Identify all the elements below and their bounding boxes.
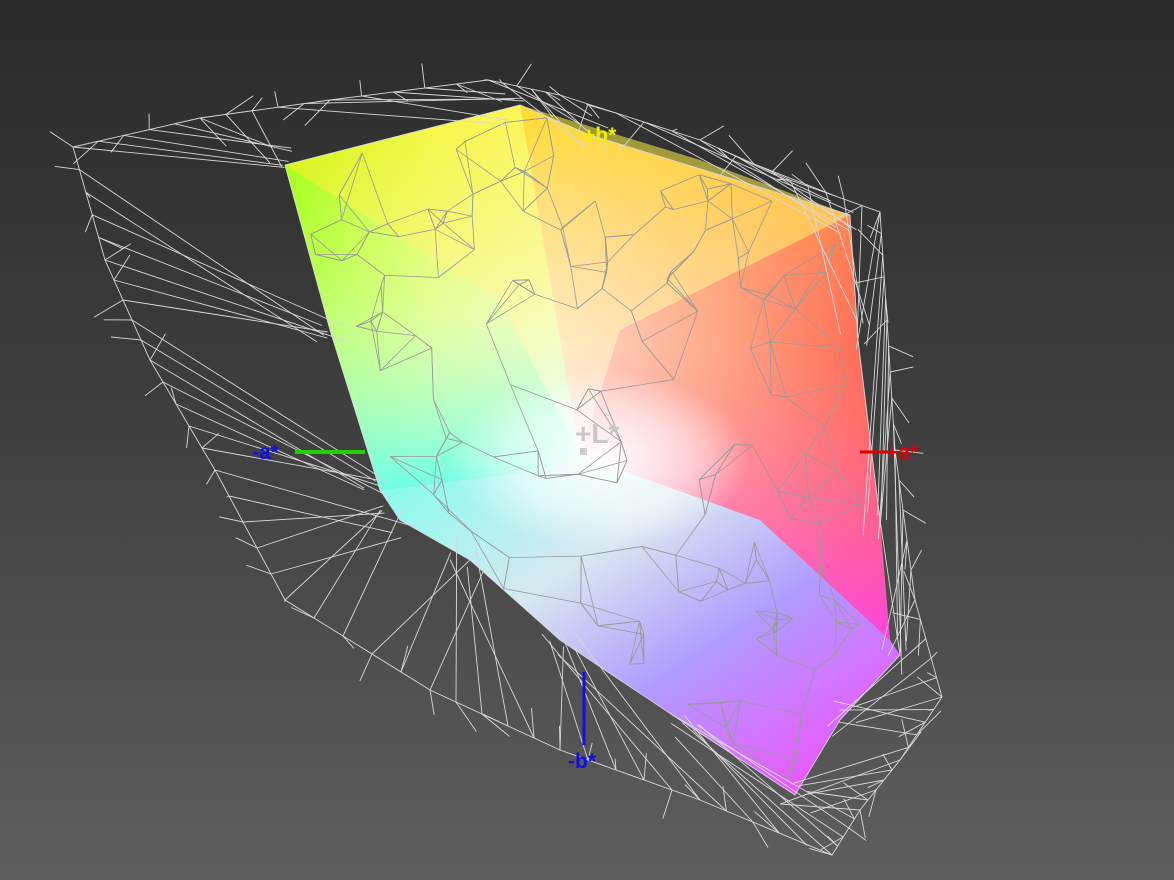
wireframe-edge [890,366,914,373]
wireframe-edge [79,169,325,336]
gamut-3d-view[interactable]: +L* +a* -a* +b* -b* [0,0,1174,880]
wireframe-edge [887,599,916,657]
wireframe-edge [671,128,678,132]
wireframe-edge [104,259,349,343]
wireframe-edge [882,753,893,771]
wireframe-edge [144,381,164,397]
wireframe-edge [857,228,884,256]
wireframe-edge [917,619,921,656]
wireframe-edge [291,607,315,619]
wireframe-edge [456,83,468,94]
wireframe-edge [859,809,866,838]
wireframe-edge [342,505,405,637]
wireframe-edge [170,387,177,405]
origin-marker [580,448,587,455]
wireframe-edge [916,710,942,736]
wireframe-edge [277,106,507,125]
wireframe-edge [270,537,402,575]
wireframe-edge [225,114,271,164]
wireframe-edge [359,80,363,97]
wireframe-edge [559,646,564,751]
mesh-edge [629,663,644,665]
minus-b-axis-label: -b* [568,750,597,773]
wireframe-edge [927,709,934,711]
wireframe-edge [930,651,938,659]
wireframe-edge [899,731,922,761]
wireframe-edge [174,122,179,125]
wireframe-edge [98,236,124,250]
wireframe-edge [549,640,589,761]
plus-l-axis-label: +L* [575,418,619,449]
wireframe-edge [820,836,844,850]
wireframe-edge [371,554,476,655]
wireframe-edge [421,63,426,89]
wireframe-edge [699,125,725,141]
wireframe-edge [856,205,863,337]
wireframe-edge [863,319,888,345]
wireframe-edge [206,469,216,485]
wireframe-edge [201,432,220,449]
wireframe-edge [84,214,93,233]
wireframe-edge [910,549,922,571]
gamut-white-point-glow [450,370,750,550]
wireframe-edge [49,131,74,148]
mesh-edge [707,189,709,201]
plus-b-axis-label: +b* [583,124,617,147]
wireframe-edge [902,509,927,524]
wireframe-edge [869,211,881,238]
wireframe-edge [516,63,532,87]
wireframe-edge [891,397,910,424]
wireframe-edge [837,175,845,200]
wireframe-edge [483,713,509,727]
wireframe-edge [752,821,769,848]
wireframe-edge [791,173,809,187]
wireframe-edge [242,512,385,523]
wireframe-edge [226,495,230,498]
wireframe-edge [455,540,458,703]
wireframe-edge [188,425,385,488]
wireframe-edge [72,146,285,168]
mesh-edge [580,556,582,604]
wireframe-edge [274,91,279,108]
wireframe-edge [754,811,780,834]
minus-a-axis-label: -a* [252,441,280,464]
plus-a-axis-label: +a* [886,441,919,464]
wireframe-edge [586,104,617,114]
wireframe-edge [251,97,263,112]
wireframe-edge [174,123,293,152]
wireframe-edge [123,134,289,162]
wireframe-edge [98,236,323,326]
wireframe-edge [251,110,283,168]
wireframe-edge [662,789,673,819]
wireframe-edge [149,359,365,489]
wireframe-edge [888,345,914,358]
wireframe-edge [771,150,793,173]
wireframe-edge [186,425,190,448]
wireframe-edge [466,566,483,715]
wireframe-edge [429,689,435,715]
wireframe-edge [559,725,561,751]
wireframe-edge [85,191,318,343]
wireframe-edge [400,552,452,673]
wireframe-edge [359,653,373,682]
wireframe-edge [429,569,485,691]
wireframe-edge [199,117,227,147]
wireframe-edge [722,786,727,812]
wireframe-edge [54,165,80,171]
wireframe-edge [72,140,99,165]
wireframe-edge [93,299,124,318]
wireframe-edge [98,140,283,166]
wireframe-edge [855,211,881,350]
wireframe-edge [219,516,244,523]
wireframe-edge [909,638,927,654]
wireframe-edge [855,276,885,284]
wireframe-edge [110,336,142,341]
wireframe-edge [329,98,515,101]
